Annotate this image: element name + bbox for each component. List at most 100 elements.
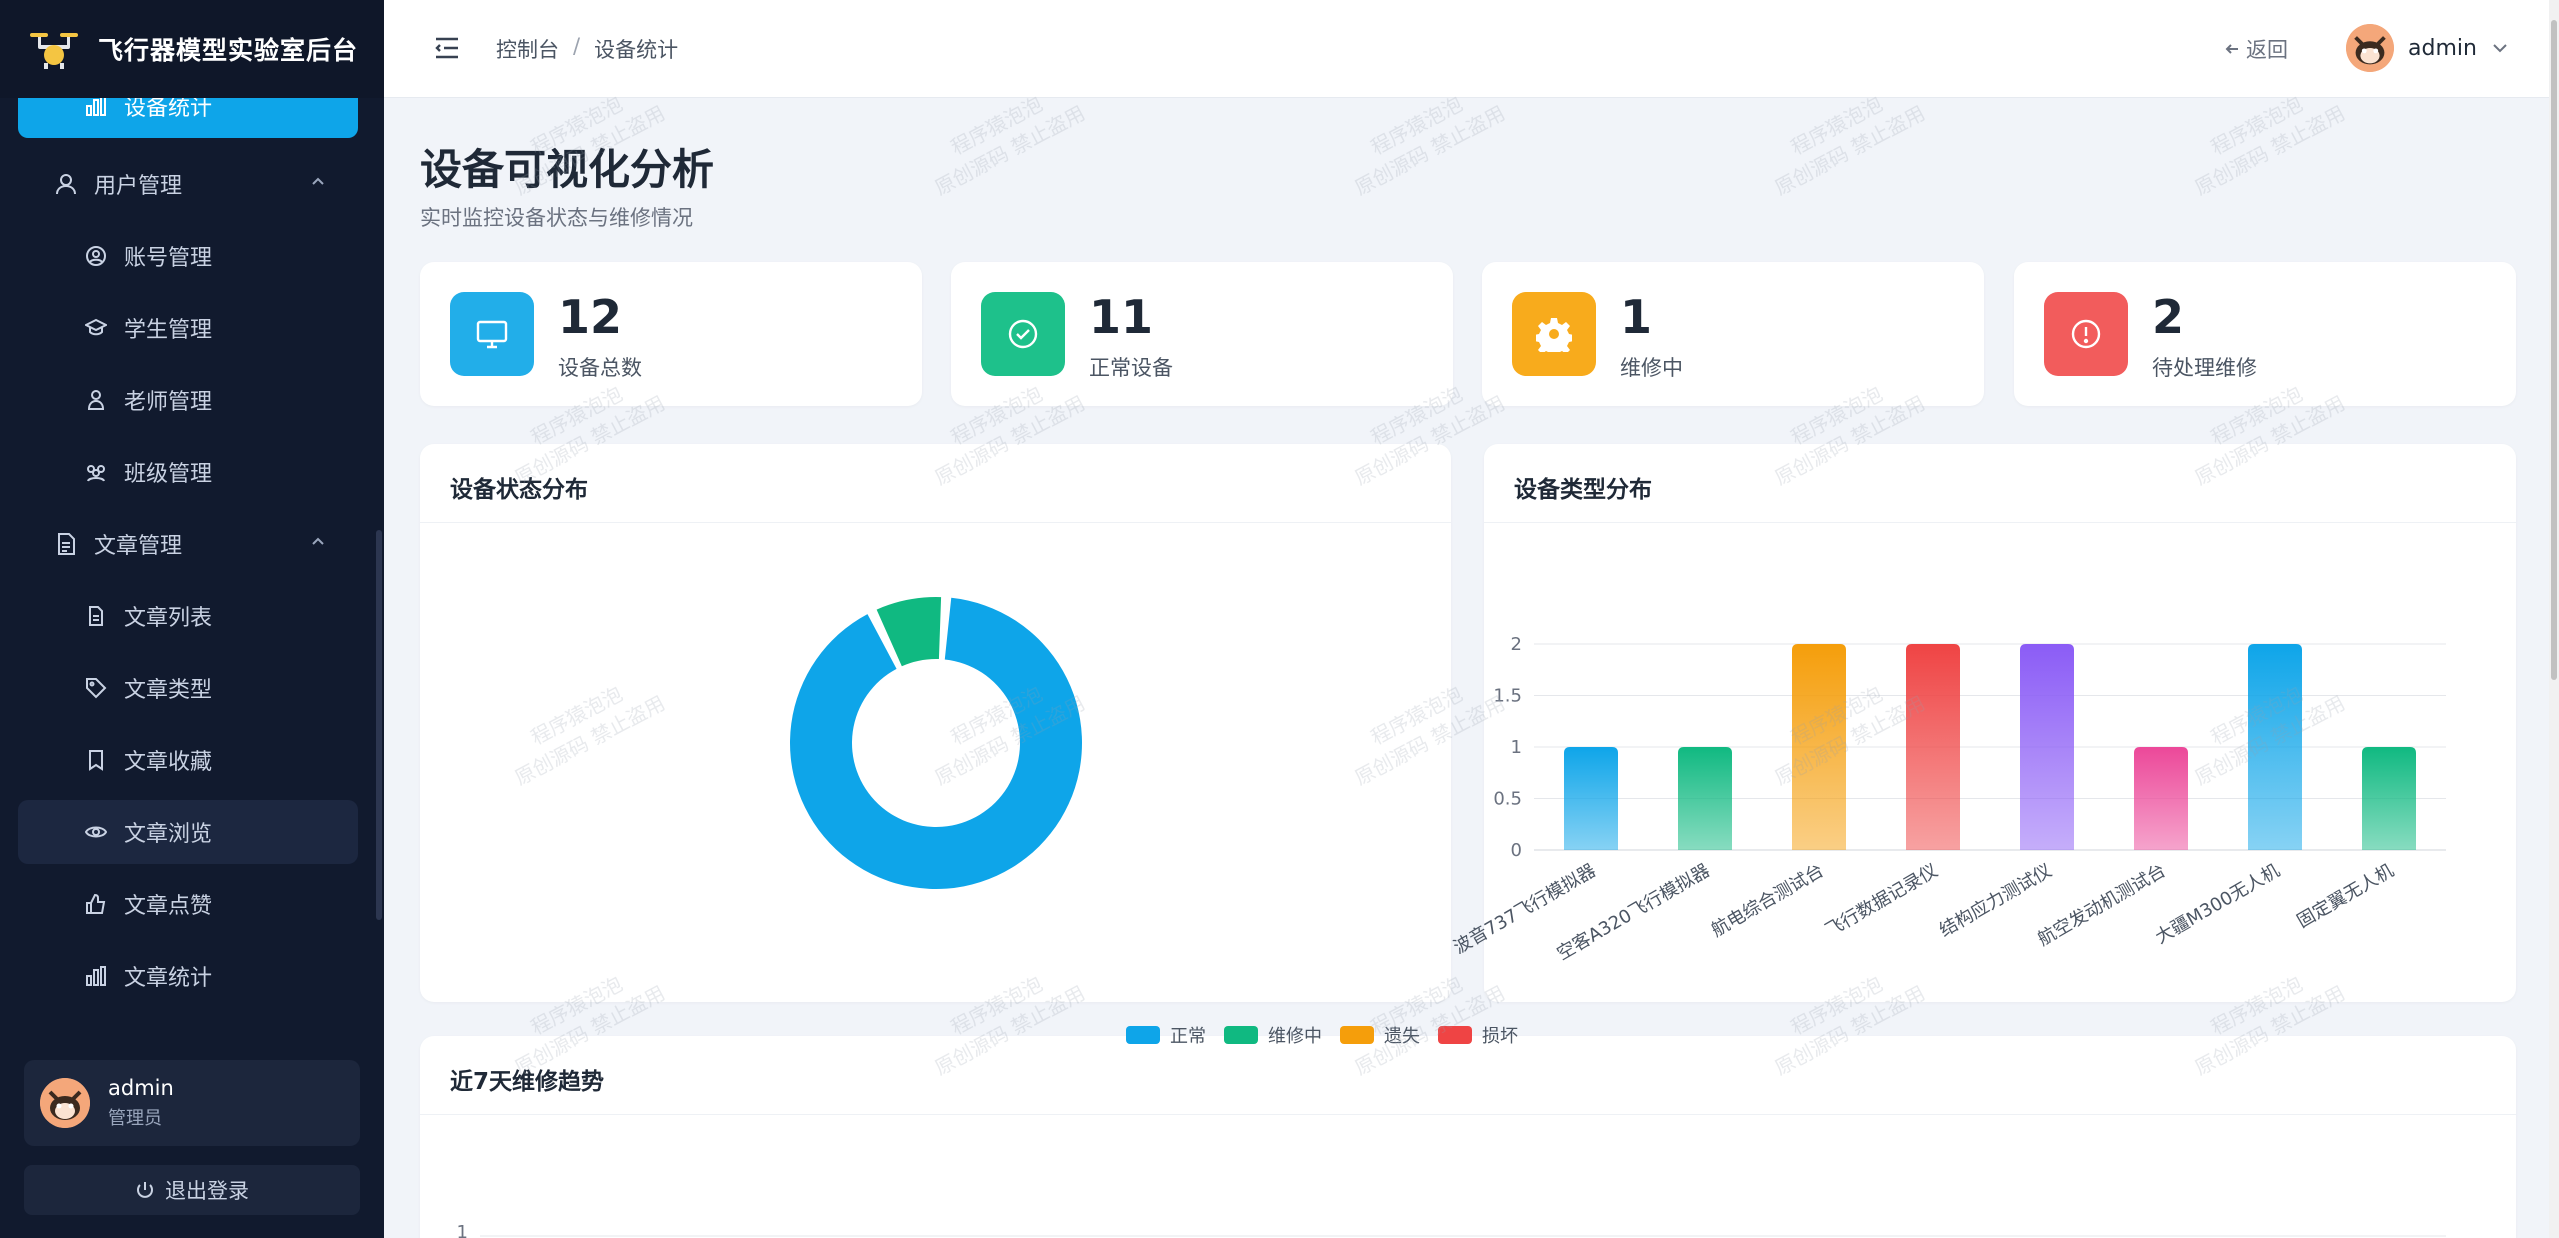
cat-avatar-icon xyxy=(2346,24,2394,72)
legend-label: 损坏 xyxy=(1482,1026,1518,1047)
sidebar-item-article-likes[interactable]: 文章点赞 xyxy=(18,872,358,936)
sidebar-item-students[interactable]: 学生管理 xyxy=(18,296,358,360)
logout-button[interactable]: 退出登录 xyxy=(24,1165,360,1215)
sidebar-item-label: 班级管理 xyxy=(124,462,213,487)
arrow-left-icon xyxy=(2225,44,2238,54)
eye-icon xyxy=(84,820,108,844)
sidebar-item-label: 文章收藏 xyxy=(124,750,213,775)
sidebar-item-article-types[interactable]: 文章类型 xyxy=(18,656,358,720)
sidebar-item-article-favorites[interactable]: 文章收藏 xyxy=(18,728,358,792)
sidebar-user-role: 管理员 xyxy=(108,1108,162,1129)
sidebar-item-label: 老师管理 xyxy=(124,390,213,415)
stat-label: 正常设备 xyxy=(1089,356,1173,380)
sidebar-item-article-list[interactable]: 文章列表 xyxy=(18,584,358,648)
sidebar-item-label: 文章类型 xyxy=(124,678,213,703)
sidebar-item-teachers[interactable]: 老师管理 xyxy=(18,368,358,432)
card-divider xyxy=(420,1114,2516,1115)
legend-item[interactable]: 正常 xyxy=(1126,1022,1206,1048)
brand[interactable]: 飞行器模型实验室后台 xyxy=(0,0,384,98)
stat-label: 设备总数 xyxy=(558,356,642,380)
top-header: 控制台 / 设备统计 返回 admin xyxy=(384,0,2559,98)
user-icon xyxy=(54,172,78,196)
sidebar-item-label: 账号管理 xyxy=(124,246,213,271)
bar-chart-icon xyxy=(84,964,108,988)
user-circle-icon xyxy=(84,244,108,268)
power-icon xyxy=(137,1182,153,1198)
back-label: 返回 xyxy=(2246,38,2288,62)
legend-label: 遗失 xyxy=(1384,1026,1420,1047)
stat-card-total: 12 设备总数 xyxy=(420,262,922,406)
bar-chart-icon xyxy=(84,98,108,118)
header-user-menu[interactable]: admin xyxy=(2346,24,2509,72)
page-title: 设备可视化分析 xyxy=(420,145,715,194)
main-content: 设备可视化分析 实时监控设备状态与维修情况 12 设备总数 11 正常设备 1 … xyxy=(384,98,2559,1238)
gear-icon xyxy=(1512,292,1596,376)
drone-logo-icon xyxy=(30,33,78,69)
sidebar-item-label: 文章浏览 xyxy=(124,822,213,847)
donut-legend: 正常 维修中 遗失 损坏 xyxy=(1126,1022,1536,1048)
sidebar-item-label: 设备统计 xyxy=(124,98,213,121)
sidebar-item-label: 文章列表 xyxy=(124,606,213,631)
page-scrollbar-thumb[interactable] xyxy=(2551,20,2557,680)
bookmark-icon xyxy=(84,748,108,772)
logout-label: 退出登录 xyxy=(165,1179,249,1203)
alert-circle-icon xyxy=(2044,292,2128,376)
sidebar-item-label: 学生管理 xyxy=(124,318,213,343)
stat-card-pending: 2 待处理维修 xyxy=(2014,262,2516,406)
stat-value: 12 xyxy=(558,290,623,344)
page-subtitle: 实时监控设备状态与维修情况 xyxy=(420,206,693,230)
sidebar-item-accounts[interactable]: 账号管理 xyxy=(18,224,358,288)
chevron-down-icon xyxy=(2493,44,2507,53)
sidebar-user-name: admin xyxy=(108,1076,174,1100)
sidebar-menu: 设备统计 用户管理 账号管理 学生管理 老师管理 班级管理 文章管理 文章列表 … xyxy=(0,98,376,1033)
stat-value: 2 xyxy=(2152,290,2185,344)
sidebar-item-device-stats[interactable]: 设备统计 xyxy=(18,98,358,138)
check-circle-icon xyxy=(981,292,1065,376)
sidebar-item-article-stats[interactable]: 文章统计 xyxy=(18,944,358,1008)
breadcrumb-separator: / xyxy=(573,34,581,58)
header-user-name: admin xyxy=(2408,35,2477,61)
sidebar-item-label: 用户管理 xyxy=(94,174,183,199)
menu-toggle-icon[interactable] xyxy=(434,36,460,60)
sidebar-item-article-views[interactable]: 文章浏览 xyxy=(18,800,358,864)
sidebar-scrollbar[interactable] xyxy=(376,530,382,920)
stat-value: 11 xyxy=(1089,290,1154,344)
legend-swatch xyxy=(1224,1026,1258,1044)
thumbs-up-icon xyxy=(84,892,108,916)
back-button[interactable]: 返回 xyxy=(2224,34,2288,64)
sidebar-item-label: 文章统计 xyxy=(124,966,213,991)
sidebar-item-classes[interactable]: 班级管理 xyxy=(18,440,358,504)
stat-value: 1 xyxy=(1620,290,1653,344)
legend-label: 正常 xyxy=(1170,1026,1206,1047)
avatar xyxy=(2346,24,2394,72)
graduation-cap-icon xyxy=(84,316,108,340)
group-icon xyxy=(84,460,108,484)
sidebar-user-card[interactable]: admin 管理员 xyxy=(24,1060,360,1146)
stat-label: 待处理维修 xyxy=(2152,356,2257,380)
legend-item[interactable]: 损坏 xyxy=(1438,1022,1518,1048)
sidebar-item-label: 文章点赞 xyxy=(124,894,213,919)
card-title: 设备类型分布 xyxy=(1514,477,1652,503)
breadcrumb-home[interactable]: 控制台 xyxy=(496,34,559,64)
page-scrollbar[interactable] xyxy=(2549,0,2559,1238)
monitor-icon xyxy=(450,292,534,376)
breadcrumb: 控制台 / 设备统计 xyxy=(496,34,678,64)
stat-card-normal: 11 正常设备 xyxy=(951,262,1453,406)
cat-avatar-icon xyxy=(40,1078,90,1128)
chevron-up-icon xyxy=(312,537,324,545)
card-divider xyxy=(420,522,1451,523)
legend-item[interactable]: 遗失 xyxy=(1340,1022,1420,1048)
repair-trend-card: 近7天维修趋势 xyxy=(420,1036,2516,1238)
document-icon xyxy=(54,532,78,556)
person-icon xyxy=(84,388,108,412)
legend-swatch xyxy=(1438,1026,1472,1044)
sidebar-group-article-management[interactable]: 文章管理 xyxy=(18,512,358,576)
device-status-card: 设备状态分布 xyxy=(420,444,1451,1002)
legend-swatch xyxy=(1340,1026,1374,1044)
file-text-icon xyxy=(84,604,108,628)
legend-item[interactable]: 维修中 xyxy=(1224,1022,1322,1048)
card-title: 近7天维修趋势 xyxy=(450,1069,605,1095)
breadcrumb-current: 设备统计 xyxy=(594,38,679,62)
sidebar-group-user-management[interactable]: 用户管理 xyxy=(18,152,358,216)
brand-title: 飞行器模型实验室后台 xyxy=(98,36,359,65)
